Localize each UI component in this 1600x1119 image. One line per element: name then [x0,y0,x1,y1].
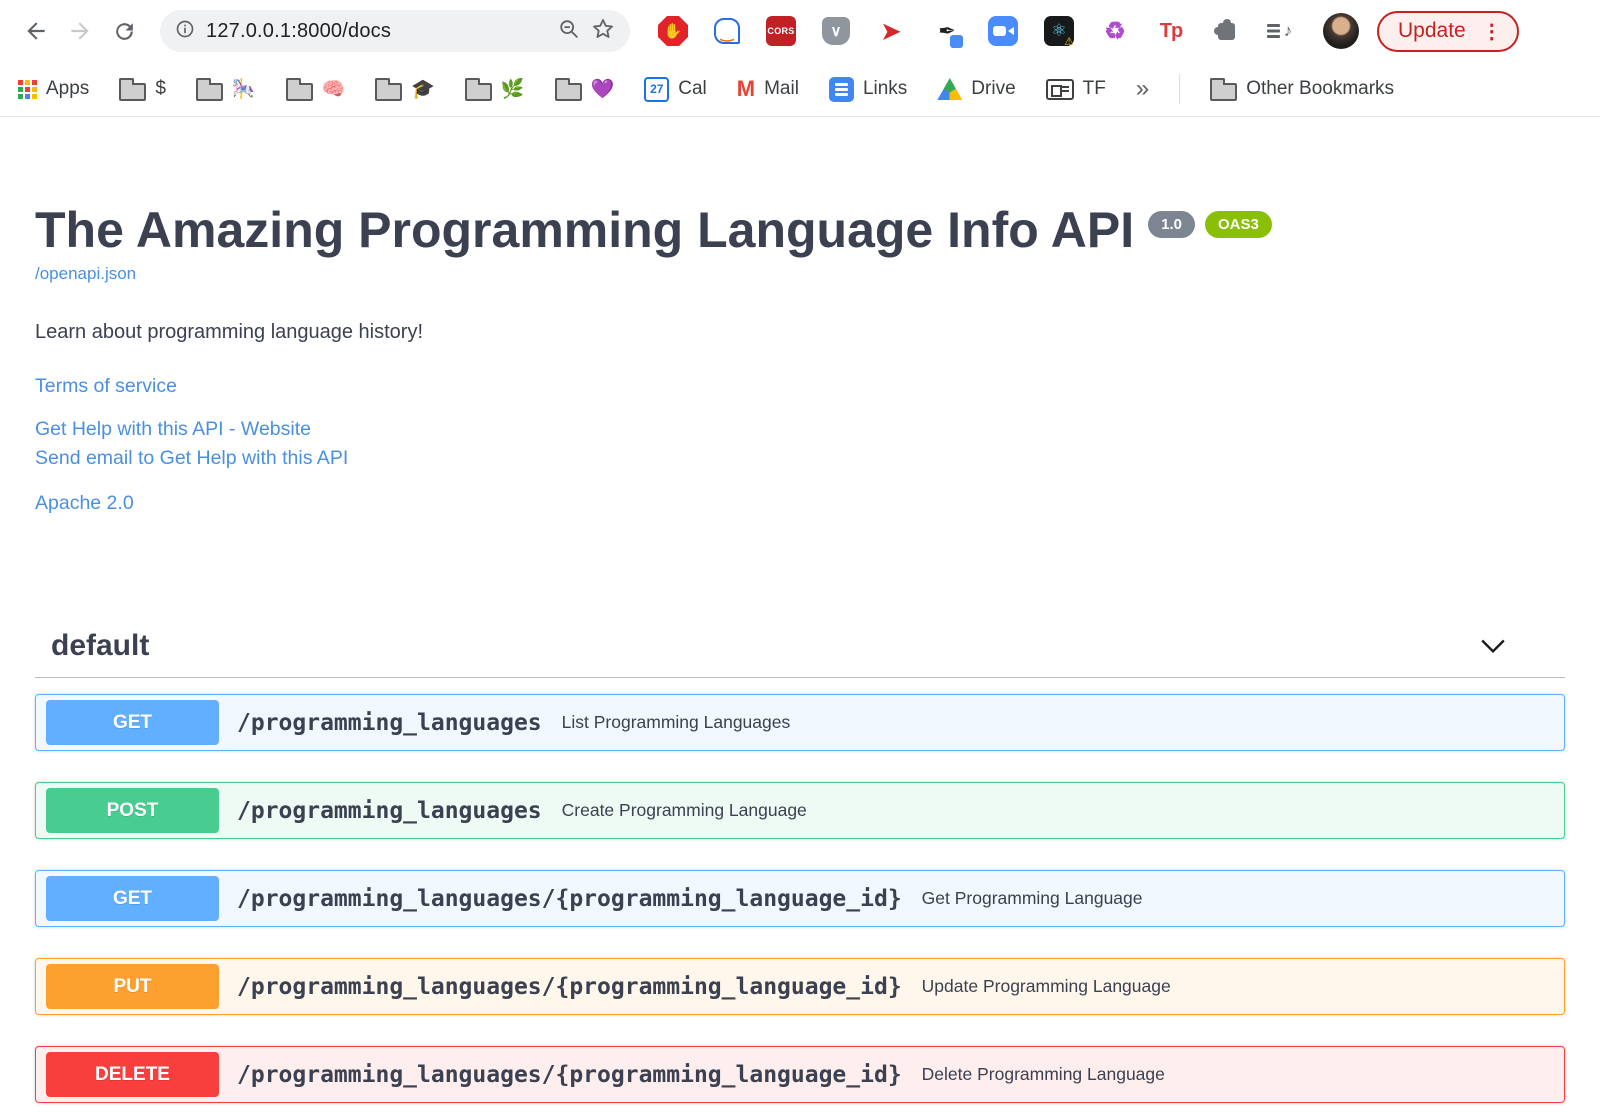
bookmark-drive[interactable]: Drive [937,78,1016,100]
version-badge: 1.0 [1148,211,1196,238]
endpoint-path: /programming_languages/{programming_lang… [237,973,902,1000]
folder-icon [464,77,492,101]
chat-smile-icon[interactable]: ‿ [714,18,740,44]
bookmarks-divider [1179,74,1181,104]
folder-icon [195,77,223,101]
method-badge: GET [46,700,219,745]
extensions-row: ✋ ‿ CORS ∨ ➤ ✒ ⚛ ♻ Tp ♪ [658,16,1297,48]
endpoint-summary: Update Programming Language [921,976,1171,996]
method-badge: PUT [46,964,219,1009]
bookmark-links[interactable]: Links [828,76,907,102]
calendar-icon: 27 [644,76,670,102]
endpoint-summary: Get Programming Language [921,888,1143,908]
endpoint-row-put[interactable]: PUT/programming_languages/{programming_l… [35,958,1565,1015]
bookmark-folder-graduation[interactable]: 🎓 [375,77,435,101]
bookmark-folder-carousel[interactable]: 🎠 [195,77,256,101]
cors-icon[interactable]: CORS [766,16,796,46]
method-badge: POST [46,788,219,833]
bookmark-folder-brain[interactable]: 🧠 [285,77,345,101]
folder-icon [285,77,313,101]
bookmark-star-icon[interactable] [591,17,615,46]
endpoint-row-post[interactable]: POST/programming_languages Create Program… [35,782,1565,839]
bookmark-folder-herb[interactable]: 🌿 [464,77,525,101]
page-title: The Amazing Programming Language Info AP… [35,203,1565,258]
endpoint-path: /programming_languages/{programming_lang… [237,1061,902,1088]
tp-icon[interactable]: Tp [1156,16,1186,46]
swagger-page: The Amazing Programming Language Info AP… [0,203,1600,1103]
profile-avatar[interactable] [1323,13,1359,49]
default-section: default GET/programming_languages List Pr… [35,619,1565,1103]
endpoint-path: /programming_languages [237,797,542,824]
section-divider [35,677,1565,678]
section-title: default [51,629,150,662]
bookmark-apps[interactable]: Apps [18,78,89,100]
endpoint-list: GET/programming_languages List Programmin… [35,694,1565,1103]
folder-icon [375,77,403,101]
site-info-icon[interactable] [175,19,195,44]
menu-dots-icon[interactable]: ⋮ [1482,19,1502,44]
adblock-icon[interactable]: ✋ [658,16,688,46]
help-email-link[interactable]: Send email to Get Help with this API [35,444,1565,473]
playlist-icon[interactable]: ♪ [1267,16,1297,46]
oas3-badge: OAS3 [1205,211,1272,238]
react-devtools-icon[interactable]: ⚛ [1044,16,1074,48]
endpoint-row-get[interactable]: GET/programming_languages List Programmin… [35,694,1565,751]
other-bookmarks[interactable]: Other Bookmarks [1210,77,1394,101]
endpoint-path: /programming_languages/{programming_lang… [237,885,902,912]
license-link[interactable]: Apache 2.0 [35,492,134,514]
links-icon [828,76,854,102]
folder-icon [1210,77,1238,101]
forward-icon[interactable] [58,9,102,53]
help-website-link[interactable]: Get Help with this API - Website [35,415,1565,444]
bookmarks-bar: Apps $ 🎠 🧠 🎓 🌿 💜 27 Cal M Mail Links Dri… [0,62,1600,117]
bookmark-calendar[interactable]: 27 Cal [644,76,707,102]
folder-icon [119,77,147,101]
chevron-down-icon[interactable] [1481,639,1549,654]
method-badge: DELETE [46,1052,219,1097]
apps-grid-icon [18,79,37,99]
zoom-camera-icon[interactable] [988,16,1018,46]
tf-card-icon [1045,78,1074,100]
update-button[interactable]: Update ⋮ [1377,10,1519,52]
drive-icon [937,78,963,100]
openapi-json-link[interactable]: /openapi.json [35,264,136,284]
endpoint-row-delete[interactable]: DELETE/programming_languages/{programmin… [35,1046,1565,1103]
bookmark-tf[interactable]: TF [1045,78,1106,100]
bookmark-mail[interactable]: M Mail [737,76,799,102]
bookmark-folder-heart[interactable]: 💜 [554,77,614,101]
pocket-icon[interactable]: ∨ [822,17,850,45]
bookmarks-overflow-chevron[interactable]: » [1136,75,1149,103]
url-text: 127.0.0.1:8000/docs [206,19,392,42]
api-description: Learn about programming language history… [35,321,424,343]
endpoint-summary: Delete Programming Language [921,1064,1165,1084]
endpoint-summary: Create Programming Language [561,800,807,820]
browser-toolbar: 127.0.0.1:8000/docs ✋ ‿ CORS ∨ ➤ ✒ ⚛ ♻ Tp ♪ Updat… [0,0,1600,62]
redux-icon[interactable]: ♻ [1100,16,1130,46]
back-icon[interactable] [14,9,58,53]
endpoint-path: /programming_languages [237,709,542,736]
endpoint-row-get[interactable]: GET/programming_languages/{programming_l… [35,870,1565,927]
section-header[interactable]: default [35,619,1565,677]
zoom-out-icon[interactable] [558,18,580,45]
address-bar[interactable]: 127.0.0.1:8000/docs [160,10,630,52]
eyedropper-icon[interactable]: ✒ [932,16,963,48]
update-label: Update [1398,19,1466,42]
gmail-icon: M [736,76,756,101]
red-arrow-icon[interactable]: ➤ [876,16,906,46]
terms-of-service-link[interactable]: Terms of service [35,375,177,397]
reload-icon[interactable] [102,9,146,53]
bookmark-folder-dollar[interactable]: $ [119,77,166,101]
folder-icon [554,77,582,101]
puzzle-icon[interactable] [1218,22,1235,40]
endpoint-summary: List Programming Languages [561,712,791,732]
method-badge: GET [46,876,219,921]
